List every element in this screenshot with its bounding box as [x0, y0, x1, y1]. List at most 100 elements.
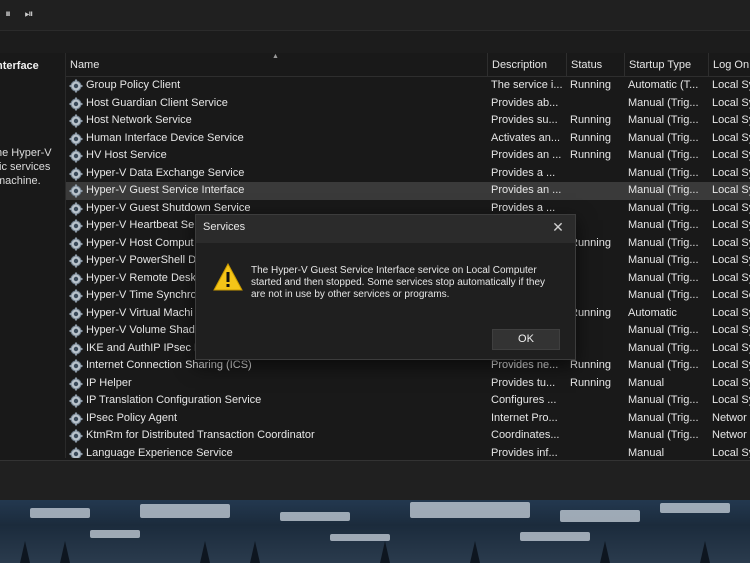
service-startup-type: Manual (Trig... — [628, 131, 699, 144]
service-status: Running — [570, 79, 611, 91]
service-row[interactable]: Language Experience Service Provides inf.… — [66, 445, 750, 459]
service-startup-type: Manual — [628, 446, 665, 459]
service-log-on: Local Sys — [712, 96, 750, 109]
service-row[interactable]: Host Network Service Provides su... Runnin… — [66, 112, 750, 130]
column-header-log-on[interactable]: Log On — [708, 53, 750, 76]
service-startup-type: Manual (Trig... — [628, 184, 699, 196]
resume-service-icon[interactable]: ⏯ — [21, 6, 37, 22]
service-startup-type: Manual (Trig... — [628, 394, 699, 406]
close-icon[interactable]: ✕ — [547, 217, 569, 237]
service-description: Provides an ... — [491, 149, 562, 161]
service-row[interactable]: KtmRm for Distributed Transaction Coordi… — [66, 427, 750, 445]
column-header-startup-type[interactable]: Startup Type — [624, 53, 708, 76]
service-description: Provides an ... — [491, 184, 562, 196]
service-log-on: Local Sys — [712, 376, 750, 389]
service-status: Running — [570, 149, 611, 161]
dialog-message: The Hyper-V Guest Service Interface serv… — [251, 265, 546, 300]
service-startup-type: Manual (Trig... — [628, 324, 699, 336]
service-log-on: Local Sys — [712, 184, 750, 196]
service-description: Provides ab... — [491, 96, 559, 109]
service-startup-type: Manual (Trig... — [628, 201, 699, 214]
service-log-on: Local Sys — [712, 201, 750, 214]
service-startup-type: Manual (Trig... — [628, 289, 699, 301]
service-name: Human Interface Device Service — [86, 131, 244, 144]
selected-service-title: nterface — [0, 60, 39, 72]
service-startup-type: Manual (Trig... — [628, 166, 699, 179]
service-startup-type: Manual (Trig... — [628, 219, 699, 231]
service-log-on: Local Sys — [712, 254, 750, 266]
service-log-on: Local Sys — [712, 219, 750, 231]
service-startup-type: Manual (Trig... — [628, 341, 699, 354]
service-log-on: Local Se — [712, 289, 750, 301]
service-status: Running — [570, 376, 611, 389]
service-log-on: Local Sys — [712, 114, 750, 126]
service-row[interactable]: IP Helper Provides tu... Running Manual Loca… — [66, 375, 750, 393]
service-row[interactable]: Hyper-V Guest Service Interface Provides … — [66, 182, 750, 200]
service-name: Host Guardian Client Service — [86, 96, 228, 109]
toolbar: ⏸ ⏯ — [0, 0, 750, 31]
service-name: IPsec Policy Agent — [86, 411, 178, 424]
service-row[interactable]: Host Guardian Client Service Provides ab.… — [66, 95, 750, 113]
service-startup-type: Manual (Trig... — [628, 411, 699, 424]
service-startup-type: Manual (Trig... — [628, 236, 699, 249]
service-startup-type: Manual (Trig... — [628, 114, 699, 126]
service-status: Running — [570, 114, 611, 126]
service-log-on: Local Sys — [712, 341, 750, 354]
service-log-on: Local Sys — [712, 149, 750, 161]
service-status: Running — [570, 131, 611, 144]
service-log-on: Networ — [712, 411, 747, 424]
service-name: IP Helper — [86, 376, 132, 389]
service-row[interactable]: Human Interface Device Service Activates … — [66, 130, 750, 148]
service-name: KtmRm for Distributed Transaction Coordi… — [86, 429, 315, 441]
service-startup-type: Manual (Trig... — [628, 149, 699, 161]
service-startup-type: Manual (Trig... — [628, 359, 699, 371]
warning-icon — [213, 263, 243, 291]
service-description: Provides inf... — [491, 446, 558, 459]
column-header-status[interactable]: Status — [566, 53, 624, 76]
service-row[interactable]: HV Host Service Provides an ... Running Man… — [66, 147, 750, 165]
service-description: Provides tu... — [491, 376, 556, 389]
column-header-description[interactable]: Description — [487, 53, 566, 76]
service-name: Hyper-V Guest Service Interface — [86, 184, 245, 196]
ok-button[interactable]: OK — [492, 329, 560, 350]
service-log-on: Networ — [712, 429, 747, 441]
service-name: Host Network Service — [86, 114, 192, 126]
sort-ascending-icon: ▲ — [272, 53, 279, 60]
service-log-on: Local Sys — [712, 131, 750, 144]
extended-description-pane: nterface he Hyper-V fic services machine… — [0, 53, 66, 458]
service-name: Hyper-V Data Exchange Service — [86, 166, 245, 179]
service-startup-type: Manual (Trig... — [628, 429, 699, 441]
service-name: IP Translation Configuration Service — [86, 394, 262, 406]
service-description: Internet Pro... — [491, 411, 558, 424]
service-description: Configures ... — [491, 394, 557, 406]
pause-service-icon[interactable]: ⏸ — [0, 6, 16, 22]
service-name: HV Host Service — [86, 149, 167, 161]
tab-strip — [0, 31, 750, 53]
service-log-on: Local Sys — [712, 236, 750, 249]
service-name: Group Policy Client — [86, 79, 181, 91]
service-startup-type: Manual (Trig... — [628, 271, 699, 284]
service-startup-type: Automatic (T... — [628, 79, 699, 91]
service-log-on: Local Sys — [712, 359, 750, 371]
service-name: Language Experience Service — [86, 446, 233, 459]
service-row[interactable]: IPsec Policy Agent Internet Pro... Manual … — [66, 410, 750, 428]
services-error-dialog: Services ✕ The Hyper-V Guest Service Int… — [195, 214, 576, 360]
service-description: The service i... — [491, 79, 563, 91]
service-log-on: Local Sys — [712, 271, 750, 284]
selected-service-description: he Hyper-V fic services machine. — [0, 147, 52, 187]
dialog-title: Services — [203, 221, 246, 233]
service-log-on: Local Sys — [712, 306, 750, 319]
service-startup-type: Manual (Trig... — [628, 254, 699, 266]
list-header: Name ▲ Description Status Startup Type L… — [66, 53, 750, 77]
service-log-on: Local Sys — [712, 166, 750, 179]
service-row[interactable]: IP Translation Configuration Service Conf… — [66, 392, 750, 410]
desktop-wallpaper — [0, 500, 750, 563]
service-log-on: Local Sys — [712, 394, 750, 406]
service-description: Coordinates... — [491, 429, 560, 441]
service-row[interactable]: Hyper-V Data Exchange Service Provides a … — [66, 165, 750, 183]
service-description: Provides su... — [491, 114, 558, 126]
service-startup-type: Automatic — [628, 306, 677, 319]
service-description: Provides a ... — [491, 166, 556, 179]
service-log-on: Local Sys — [712, 446, 750, 459]
service-row[interactable]: Group Policy Client The service i... Runni… — [66, 77, 750, 95]
